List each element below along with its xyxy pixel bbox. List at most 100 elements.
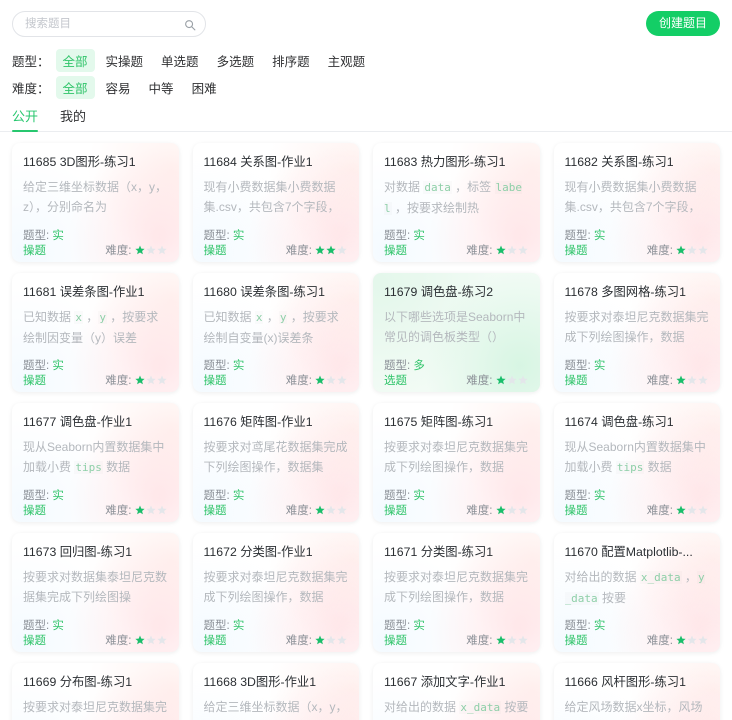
- difficulty-label: 难度:: [285, 375, 312, 387]
- question-card[interactable]: 11680 误差条图-练习1 已知数据 x ，y ，按要求绘制自变量(x)误差条题…: [193, 273, 360, 392]
- question-type-label: 题型:: [384, 360, 411, 372]
- question-type-label: 题型:: [203, 620, 230, 632]
- question-card[interactable]: 11669 分布图-练习1按要求对泰坦尼克数据集完成下列绘图操作，数据题型: 实…: [12, 663, 179, 720]
- star-empty-icon: [145, 505, 156, 515]
- description-text: 按要求对泰坦尼克数据集完成下列绘图操作，数据: [384, 570, 529, 604]
- question-type-meta: 题型: 实操题: [23, 229, 71, 259]
- question-card[interactable]: 11676 矩阵图-作业1 按要求对鸢尾花数据集完成下列绘图操作，数据集 题型: 实…: [193, 403, 360, 522]
- card-grid-viewport[interactable]: 11685 3D图形-练习1 给定三维坐标数据（x，y，z），分别命名为 题型: 实…: [0, 132, 732, 720]
- filter-option-type-subjective[interactable]: 主观题: [321, 49, 373, 72]
- description-text: 按要求对数据集泰坦尼克数据集完成下列绘图操: [23, 570, 168, 604]
- star-empty-icon: [517, 245, 528, 255]
- question-type-label: 题型:: [23, 360, 50, 372]
- description-text: 按要: [501, 700, 529, 714]
- create-question-button[interactable]: 创建题目: [645, 11, 720, 36]
- star-empty-icon: [156, 245, 167, 255]
- difficulty-meta: 难度:: [647, 489, 709, 518]
- filter-option-difficulty-hard[interactable]: 困难: [185, 76, 224, 99]
- question-card-footer: 题型: 实操题 难度:: [204, 229, 349, 259]
- question-card-footer: 题型: 实操题 难度:: [23, 619, 168, 649]
- difficulty-stars: [134, 635, 168, 645]
- difficulty-label: 难度:: [105, 375, 132, 387]
- question-card[interactable]: 11674 调色盘-练习1 现从Seaborn内置数据集中加载小费 tips 数据…: [554, 403, 721, 522]
- question-card-footer: 题型: 实操题 难度:: [23, 489, 168, 519]
- question-card[interactable]: 11666 风杆图形-练习1给定风场数据x坐标，风场数据y坐标，风的水平题型: …: [554, 663, 721, 720]
- question-type-label: 题型:: [384, 490, 411, 502]
- inline-code: x_data: [460, 701, 501, 714]
- description-text: 按要求对泰坦尼克数据集完成下列绘图操作，数据: [564, 310, 709, 344]
- difficulty-label: 难度:: [285, 635, 312, 647]
- question-card-description: 已知数据 x ，y ，按要求绘制因变量（y）误差: [23, 307, 168, 353]
- filter-option-difficulty-easy[interactable]: 容易: [99, 76, 138, 99]
- difficulty-stars: [495, 245, 529, 255]
- question-type-meta: 题型: 实操题: [384, 619, 432, 649]
- question-card[interactable]: 11683 热力图形-练习1 对数据 data ，标签 label ，按要求绘制热…: [373, 143, 540, 262]
- filter-option-type-ordering[interactable]: 排序题: [265, 49, 317, 72]
- inline-code: y: [99, 311, 106, 324]
- description-text: 现有小费数据集小费数据集.csv，共包含7个字段，: [564, 180, 701, 214]
- question-card[interactable]: 11685 3D图形-练习1 给定三维坐标数据（x，y，z），分别命名为 题型: 实…: [12, 143, 179, 262]
- filter-option-type-single-choice[interactable]: 单选题: [154, 49, 206, 72]
- question-card[interactable]: 11667 添加文字-作业1对给出的数据 x_data 按要题型: 实操题难度:: [373, 663, 540, 720]
- star-empty-icon: [156, 635, 167, 645]
- question-card-description: 对数据 data ，标签 label ，按要求绘制热: [384, 177, 529, 223]
- description-text: 数据: [644, 460, 672, 474]
- question-card[interactable]: 11682 关系图-练习1 现有小费数据集小费数据集.csv，共包含7个字段， 题型…: [554, 143, 721, 262]
- description-text: 对给出的数据: [564, 570, 640, 584]
- description-text: 按要求对泰坦尼克数据集完成下列绘图操作，数据: [384, 440, 529, 474]
- question-type-meta: 题型: 实操题: [565, 359, 613, 389]
- question-card[interactable]: 11681 误差条图-作业1 已知数据 x ，y ，按要求绘制因变量（y）误差 题型…: [12, 273, 179, 392]
- filter-label-question-type: 题型：: [12, 54, 50, 69]
- question-card[interactable]: 11672 分类图-作业1 按要求对泰坦尼克数据集完成下列绘图操作，数据 题型: 实…: [193, 533, 360, 652]
- question-card[interactable]: 11677 调色盘-作业1 现从Seaborn内置数据集中加载小费 tips 数据…: [12, 403, 179, 522]
- top-bar: 创建题目: [0, 0, 732, 40]
- question-card-description: 给定三维坐标数据（x，y，z），分别命名为: [204, 697, 349, 720]
- question-card[interactable]: 11668 3D图形-作业1给定三维坐标数据（x，y，z），分别命名为题型: 实…: [193, 663, 360, 720]
- filter-option-difficulty-all[interactable]: 全部: [55, 75, 95, 99]
- description-text: 已知数据: [203, 310, 255, 324]
- question-card-description: 按要求对数据集泰坦尼克数据集完成下列绘图操: [23, 567, 168, 613]
- question-card[interactable]: 11673 回归图-练习1 按要求对数据集泰坦尼克数据集完成下列绘图操 题型: 实操…: [12, 533, 179, 652]
- question-type-meta: 题型: 实操题: [204, 489, 252, 519]
- difficulty-stars: [134, 505, 168, 515]
- difficulty-stars: [315, 505, 348, 515]
- question-card[interactable]: 11675 矩阵图-练习1 按要求对泰坦尼克数据集完成下列绘图操作，数据 题型: 实…: [373, 403, 540, 522]
- question-card[interactable]: 11671 分类图-练习1 按要求对泰坦尼克数据集完成下列绘图操作，数据 题型: 实…: [373, 533, 540, 652]
- filter-option-difficulty-medium[interactable]: 中等: [142, 76, 181, 99]
- question-card[interactable]: 11670 配置Matplotlib-... 对给出的数据 x_data ，y_d…: [554, 533, 721, 652]
- question-card-footer: 题型: 实操题 难度:: [565, 229, 710, 259]
- star-empty-icon: [517, 505, 528, 515]
- description-text: 按要: [598, 591, 626, 605]
- question-card-footer: 题型: 实操题 难度:: [384, 229, 529, 259]
- difficulty-meta: 难度:: [286, 229, 348, 258]
- question-card-grid: 11685 3D图形-练习1 给定三维坐标数据（x，y，z），分别命名为 题型: 实…: [0, 132, 732, 720]
- difficulty-meta: 难度:: [647, 359, 709, 388]
- description-text: 按要求对泰坦尼克数据集完成下列绘图操作，数据: [203, 570, 348, 604]
- star-empty-icon: [698, 375, 708, 385]
- difficulty-stars: [315, 635, 348, 645]
- filter-option-type-all[interactable]: 全部: [55, 48, 95, 72]
- question-card-description: 以下哪些选项是Seaborn中常见的调色板类型（）: [384, 307, 529, 353]
- difficulty-label: 难度:: [105, 505, 132, 517]
- question-card[interactable]: 11684 关系图-作业1 现有小费数据集小费数据集.csv，共包含7个字段， 题型…: [193, 143, 360, 262]
- question-card-description: 对给出的数据 x_data ，y_data 按要: [565, 567, 710, 613]
- question-card[interactable]: 11679 调色盘-练习2 以下哪些选项是Seaborn中常见的调色板类型（） 题型…: [373, 273, 540, 392]
- filter-section: 题型： 全部 实操题 单选题 多选题 排序题 主观题 难度： 全部 容易 中等 …: [0, 40, 732, 99]
- search-input[interactable]: [12, 10, 206, 37]
- filter-option-type-practical[interactable]: 实操题: [99, 49, 151, 72]
- difficulty-meta: 难度:: [647, 619, 709, 648]
- star-empty-icon: [156, 375, 167, 385]
- difficulty-meta: 难度:: [105, 229, 167, 258]
- difficulty-label: 难度:: [105, 245, 132, 257]
- difficulty-label: 难度:: [105, 635, 132, 647]
- star-empty-icon: [156, 505, 167, 515]
- question-card[interactable]: 11678 多图网格-练习1 按要求对泰坦尼克数据集完成下列绘图操作，数据 题型: …: [554, 273, 721, 392]
- question-type-meta: 题型: 实操题: [204, 619, 252, 649]
- tab-mine[interactable]: 我的: [60, 106, 86, 131]
- inline-code: x: [75, 311, 82, 324]
- search-box[interactable]: [12, 10, 206, 37]
- filter-option-type-multi-choice[interactable]: 多选题: [210, 49, 262, 72]
- star-empty-icon: [517, 375, 528, 385]
- question-card-description: 按要求对泰坦尼克数据集完成下列绘图操作，数据: [23, 697, 168, 720]
- tab-public[interactable]: 公开: [12, 106, 39, 132]
